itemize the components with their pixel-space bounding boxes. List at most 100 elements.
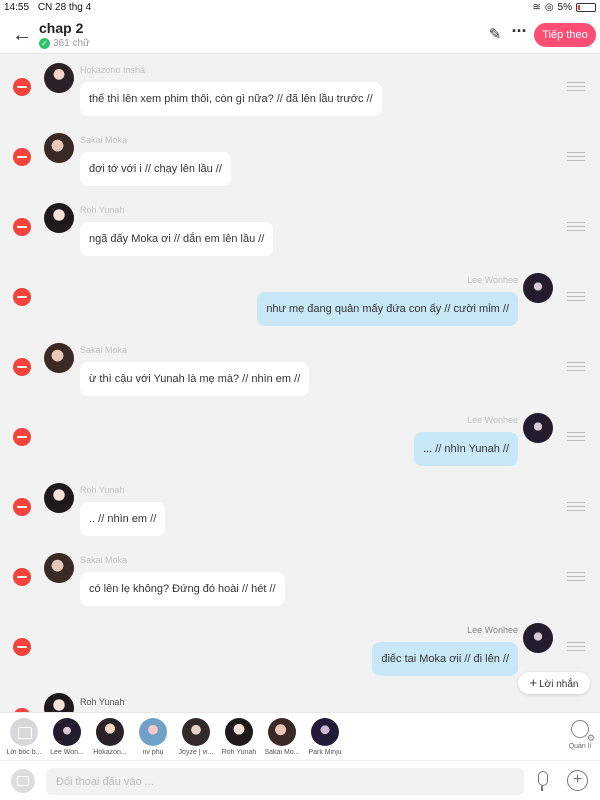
delete-icon[interactable] [13, 568, 31, 586]
message-row[interactable]: Sakai Moka đợi tớ với i // chạy lên lầu … [0, 125, 600, 195]
drag-handle-icon[interactable] [567, 642, 585, 651]
avatar[interactable] [44, 553, 74, 583]
character-label: Lời bốc b... [6, 749, 42, 756]
message-bubble[interactable]: có lên lẹ không? Đứng đó hoài // hét // [80, 572, 285, 606]
character-avatar [268, 718, 296, 746]
drag-handle-icon[interactable] [567, 502, 585, 511]
character-item[interactable]: Park Minju [303, 718, 347, 756]
input-bar: + [0, 760, 600, 800]
drag-handle-icon[interactable] [567, 222, 585, 231]
chat-list: Hokazono Insha thế thì lên xem phim thôi… [0, 55, 600, 712]
character-label: Hokazon... [93, 749, 127, 756]
message-row[interactable]: Lee Wonhee như mẹ đang quản mấy đứa con … [0, 265, 600, 335]
character-avatar [311, 718, 339, 746]
avatar[interactable] [44, 693, 74, 712]
delete-icon[interactable] [13, 218, 31, 236]
character-narration[interactable]: Lời bốc b... [2, 718, 46, 756]
narration-icon [10, 718, 38, 746]
message-row[interactable]: Hokazono Insha thế thì lên xem phim thôi… [0, 55, 600, 125]
drag-handle-icon[interactable] [567, 82, 585, 91]
speaker-name: Sakai Moka [80, 345, 128, 355]
drag-handle-icon[interactable] [567, 152, 585, 161]
speaker-name: Hokazono Insha [80, 65, 146, 75]
add-message-label: Lời nhắn [539, 679, 579, 690]
speaker-name: Lee Wonhee [467, 275, 518, 285]
status-bar: 14:55 CN 28 thg 4 ≋ ◎ 5% [0, 0, 600, 16]
message-bubble[interactable]: ... // nhìn Yunah // [413, 432, 518, 466]
drag-handle-icon[interactable] [567, 432, 585, 441]
delete-icon[interactable] [13, 498, 31, 516]
delete-icon[interactable] [13, 638, 31, 656]
message-row[interactable]: Roh Yunah [0, 685, 600, 712]
delete-icon[interactable] [13, 428, 31, 446]
avatar[interactable] [44, 483, 74, 513]
message-bubble[interactable]: điếc tai Moka ơii // đi lên // [372, 642, 518, 676]
delete-icon[interactable] [13, 288, 31, 306]
character-item[interactable]: Sakai Mo... [260, 718, 304, 756]
character-item[interactable]: Joyze | vi... [174, 718, 218, 756]
message-row[interactable]: Roh Yunah .. // nhìn em // [0, 475, 600, 545]
character-avatar [182, 718, 210, 746]
delete-icon[interactable] [13, 358, 31, 376]
word-count: ✓ 361 chữ [39, 38, 90, 49]
status-date: CN 28 thg 4 [37, 2, 92, 13]
character-label: Park Minju [308, 749, 342, 756]
character-avatar [139, 718, 167, 746]
add-message-chip[interactable]: + Lời nhắn [518, 672, 590, 694]
manage-label: Quản lí [568, 743, 592, 750]
character-label: nv phụ [142, 749, 164, 756]
character-label: Roh Yunah [221, 749, 257, 756]
message-bubble[interactable]: ngã đấy Moka ơi // dắn em lên lầu // [80, 222, 274, 256]
wifi-icon: ≋ [532, 2, 541, 13]
status-time: 14:55 [4, 2, 30, 13]
drag-handle-icon[interactable] [567, 362, 585, 371]
character-item[interactable]: Roh Yunah [217, 718, 261, 756]
pencil-icon[interactable]: ✎ [484, 24, 506, 46]
character-item[interactable]: nv phụ [131, 718, 175, 756]
battery-percent: 5% [557, 2, 572, 13]
message-bubble[interactable]: thế thì lên xem phim thôi, còn gì nữa? /… [80, 82, 382, 116]
drag-handle-icon[interactable] [567, 292, 585, 301]
message-bubble[interactable]: đợi tớ với i // chạy lên lầu // [80, 152, 231, 186]
drag-handle-icon[interactable] [567, 572, 585, 581]
speaker-name: Roh Yunah [80, 205, 125, 215]
avatar[interactable] [523, 623, 553, 653]
message-row[interactable]: Lee Wonhee ... // nhìn Yunah // [0, 405, 600, 475]
page-title: chap 2 [39, 20, 84, 36]
speaker-name: Roh Yunah [80, 697, 125, 707]
message-row[interactable]: Roh Yunah ngã đấy Moka ơi // dắn em lên … [0, 195, 600, 265]
word-count-label: 361 chữ [53, 38, 90, 49]
back-arrow-icon[interactable]: ← [10, 22, 34, 48]
message-row[interactable]: Sakai Moka có lên lẹ không? Đứng đó hoài… [0, 545, 600, 615]
delete-icon[interactable] [13, 78, 31, 96]
avatar[interactable] [44, 203, 74, 233]
character-item[interactable]: Hokazon... [88, 718, 132, 756]
message-row[interactable]: Sakai Moka ừ thì cậu với Yunah là mẹ mà?… [0, 335, 600, 405]
avatar[interactable] [44, 343, 74, 373]
check-icon: ✓ [39, 38, 50, 49]
header: ← chap 2 ✓ 361 chữ ✎ ··· Tiếp theo [0, 16, 600, 54]
more-icon[interactable]: ··· [508, 22, 530, 44]
character-item[interactable]: Lee Won... [45, 718, 89, 756]
message-bubble[interactable]: ừ thì cậu với Yunah là mẹ mà? // nhìn em… [80, 362, 310, 396]
character-avatar [53, 718, 81, 746]
character-avatar [225, 718, 253, 746]
narration-toggle-icon[interactable] [11, 769, 35, 793]
dialogue-input[interactable] [46, 768, 524, 795]
message-bubble[interactable]: như mẹ đang quản mấy đứa con ấy // cười … [257, 292, 518, 326]
battery-icon [576, 3, 596, 12]
message-row[interactable]: Lee Wonhee điếc tai Moka ơii // đi lên /… [0, 615, 600, 685]
avatar[interactable] [44, 63, 74, 93]
microphone-icon[interactable] [532, 770, 552, 792]
character-label: Lee Won... [50, 749, 84, 756]
manage-characters-button[interactable]: Quản lí [560, 720, 600, 750]
add-icon[interactable]: + [567, 770, 588, 791]
user-settings-icon [571, 720, 595, 744]
avatar[interactable] [44, 133, 74, 163]
message-bubble[interactable]: .. // nhìn em // [80, 502, 166, 536]
plus-icon: + [529, 675, 538, 690]
delete-icon[interactable] [13, 148, 31, 166]
next-button[interactable]: Tiếp theo [534, 23, 596, 47]
avatar[interactable] [523, 273, 553, 303]
avatar[interactable] [523, 413, 553, 443]
